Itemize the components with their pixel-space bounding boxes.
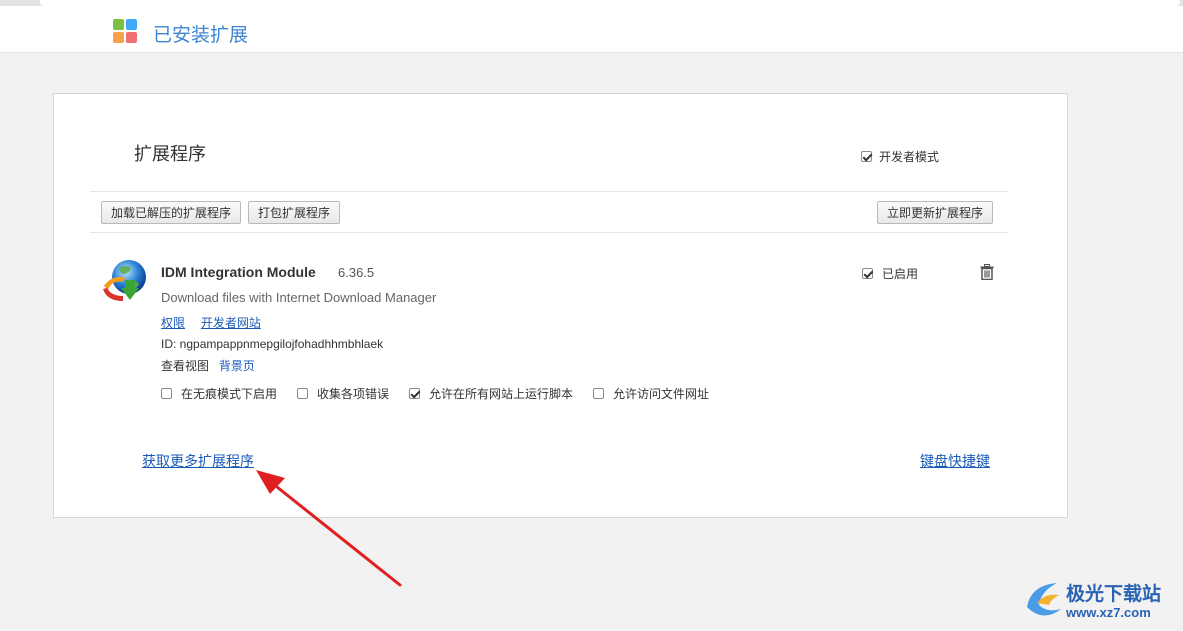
load-unpacked-button[interactable]: 加载已解压的扩展程序 bbox=[101, 201, 242, 224]
collect-errors-checkbox[interactable] bbox=[297, 388, 309, 399]
enabled-checkbox[interactable] bbox=[862, 268, 873, 279]
trash-icon[interactable] bbox=[980, 264, 994, 280]
globe-download-icon bbox=[103, 260, 146, 301]
all-sites-checkbox[interactable] bbox=[409, 388, 421, 399]
extension-name: IDM Integration Module bbox=[161, 264, 316, 280]
pack-extension-button[interactable]: 打包扩展程序 bbox=[248, 201, 341, 224]
extension-id: ID: ngpampappnmepgilojfohadhhmbhlaek bbox=[161, 337, 384, 351]
extensions-logo-icon bbox=[113, 19, 137, 43]
watermark-title: 极光下载站 bbox=[1066, 583, 1162, 605]
inspect-views-label: 查看视图 bbox=[161, 359, 210, 373]
option-incognito[interactable]: 在无痕模式下启用 bbox=[161, 385, 277, 402]
developer-mode-toggle[interactable]: 开发者模式 bbox=[861, 148, 939, 165]
option-all-sites[interactable]: 允许在所有网站上运行脚本 bbox=[409, 385, 573, 402]
incognito-checkbox[interactable] bbox=[161, 388, 172, 399]
developer-mode-label: 开发者模式 bbox=[879, 150, 940, 164]
background-page-link[interactable]: 背景页 bbox=[219, 359, 255, 373]
permissions-link[interactable]: 权限 bbox=[161, 316, 185, 330]
page-title: 已安装扩展 bbox=[153, 24, 249, 46]
get-more-extensions-link[interactable]: 获取更多扩展程序 bbox=[142, 451, 254, 471]
watermark-url: www.xz7.com bbox=[1066, 605, 1151, 620]
update-extensions-button[interactable]: 立即更新扩展程序 bbox=[877, 201, 994, 224]
extension-links: 权限 开发者网站 bbox=[161, 314, 261, 331]
extension-options: 在无痕模式下启用 收集各项错误 允许在所有网站上运行脚本 允许访问文件网址 bbox=[161, 385, 729, 402]
extension-description: Download files with Internet Download Ma… bbox=[161, 290, 437, 305]
file-urls-checkbox[interactable] bbox=[593, 388, 605, 399]
developer-mode-checkbox[interactable] bbox=[861, 151, 872, 162]
option-label: 收集各项错误 bbox=[317, 387, 390, 401]
divider bbox=[90, 232, 1008, 233]
option-label: 允许访问文件网址 bbox=[613, 387, 710, 401]
extension-version: 6.36.5 bbox=[338, 265, 375, 280]
inspect-views: 查看视图 背景页 bbox=[161, 357, 255, 374]
option-collect-errors[interactable]: 收集各项错误 bbox=[297, 385, 389, 402]
option-label: 允许在所有网站上运行脚本 bbox=[429, 387, 574, 401]
keyboard-shortcuts-link[interactable]: 键盘快捷键 bbox=[920, 451, 990, 471]
top-bar: 已安装扩展 bbox=[0, 6, 1183, 53]
section-title: 扩展程序 bbox=[134, 144, 206, 165]
developer-site-link[interactable]: 开发者网站 bbox=[201, 316, 261, 330]
extensions-panel: 扩展程序 开发者模式 加载已解压的扩展程序 打包扩展程序 立即更新扩展程序 ID… bbox=[53, 93, 1068, 518]
option-file-urls[interactable]: 允许访问文件网址 bbox=[593, 385, 709, 402]
enabled-label: 已启用 bbox=[882, 267, 919, 281]
enabled-toggle[interactable]: 已启用 bbox=[862, 265, 918, 282]
option-label: 在无痕模式下启用 bbox=[181, 387, 278, 401]
divider bbox=[90, 191, 1008, 192]
